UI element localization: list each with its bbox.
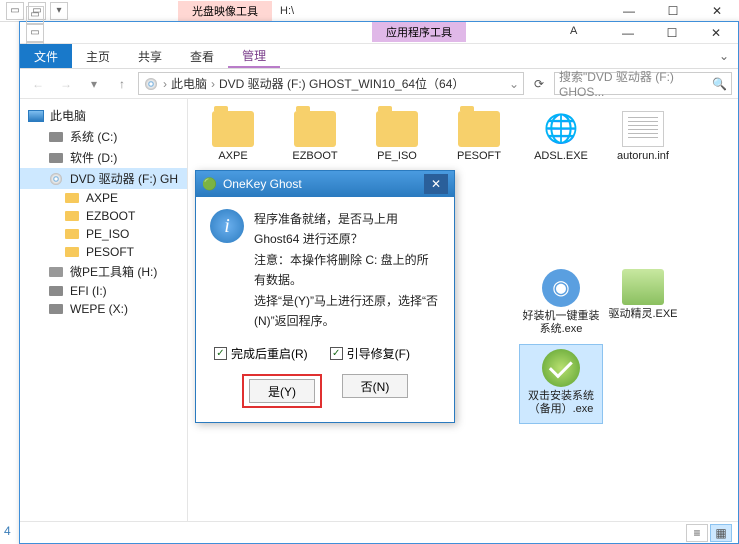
search-input[interactable]: 搜索"DVD 驱动器 (F:) GHOS... 🔍	[554, 72, 732, 95]
qat-icon[interactable]: ▭	[26, 6, 44, 24]
dialog-titlebar[interactable]: 🟢 OneKey Ghost ✕	[196, 171, 454, 197]
dialog-title: OneKey Ghost	[223, 177, 302, 191]
qat-dropdown[interactable]: ▾	[50, 2, 68, 20]
status-bar: ≡ ▦	[20, 521, 738, 543]
chevron-icon: ›	[163, 77, 167, 91]
file-item[interactable]: 🌐ADSL.EXE	[520, 107, 602, 185]
back-button[interactable]: ←	[26, 72, 50, 96]
folder-icon	[64, 227, 80, 241]
install-icon	[542, 349, 580, 387]
yes-button[interactable]: 是(Y)	[249, 379, 315, 403]
bootfix-checkbox[interactable]: ✓引导修复(F)	[330, 345, 410, 362]
context-tab-app[interactable]: 应用程序工具	[372, 22, 466, 42]
folder-icon	[376, 111, 418, 147]
ribbon: 文件 主页 共享 查看 管理 ⌄	[20, 44, 738, 69]
tree-item[interactable]: WEPE (X:)	[20, 300, 187, 318]
usb-icon	[48, 265, 64, 279]
ribbon-manage[interactable]: 管理	[228, 44, 280, 68]
reboot-checkbox[interactable]: ✓完成后重启(R)	[214, 345, 308, 362]
history-dropdown[interactable]: ▾	[82, 72, 106, 96]
tree-item[interactable]: 系统 (C:)	[20, 126, 187, 147]
drive-icon	[48, 284, 64, 298]
view-details-button[interactable]: ≡	[686, 524, 708, 542]
tree-item[interactable]: 微PE工具箱 (H:)	[20, 261, 187, 282]
ribbon-file[interactable]: 文件	[20, 44, 72, 68]
tree-item-dvd[interactable]: DVD 驱动器 (F:) GH	[20, 168, 187, 189]
dialog-line: 程序准备就绪，是否马上用 Ghost64 进行还原？	[254, 209, 440, 250]
drive-icon	[48, 151, 64, 165]
ribbon-expand-icon[interactable]: ⌄	[710, 44, 738, 68]
folder-icon	[64, 209, 80, 223]
folder-icon	[458, 111, 500, 147]
dvd-icon	[48, 172, 64, 186]
up-button[interactable]: ↑	[110, 72, 134, 96]
tree-item[interactable]: EZBOOT	[20, 207, 187, 225]
minimize-button[interactable]: —	[607, 0, 651, 22]
tree-item[interactable]: AXPE	[20, 189, 187, 207]
tree-this-pc[interactable]: 此电脑	[20, 105, 187, 126]
onekey-ghost-dialog: 🟢 OneKey Ghost ✕ i 程序准备就绪，是否马上用 Ghost64 …	[195, 170, 455, 423]
context-tab-disc[interactable]: 光盘映像工具	[178, 1, 272, 21]
ribbon-view[interactable]: 查看	[176, 44, 228, 68]
maximize-button[interactable]: ☐	[650, 22, 694, 44]
checkbox-icon: ✓	[330, 347, 343, 360]
dvd-icon	[143, 77, 159, 91]
checkbox-icon: ✓	[214, 347, 227, 360]
dialog-line: 注意：本操作将删除 C: 盘上的所有数据。	[254, 250, 440, 291]
minimize-button[interactable]: —	[606, 22, 650, 44]
driver-icon	[622, 269, 664, 305]
ribbon-home[interactable]: 主页	[72, 44, 124, 68]
search-icon: 🔍	[712, 77, 727, 91]
folder-icon	[64, 245, 80, 259]
pc-icon	[28, 109, 44, 123]
tree-item[interactable]: EFI (I:)	[20, 282, 187, 300]
back-path: H:\	[280, 5, 294, 17]
page-number: 4	[4, 524, 11, 538]
drive-icon	[48, 302, 64, 316]
file-item[interactable]: 驱动精灵.EXE	[602, 265, 684, 343]
folder-icon	[212, 111, 254, 147]
refresh-button[interactable]: ⟳	[528, 73, 550, 95]
dialog-app-icon: 🟢	[202, 177, 217, 191]
file-item-selected[interactable]: 双击安装系统（备用）.exe	[520, 345, 602, 423]
ini-icon	[622, 111, 664, 147]
chevron-icon: ›	[211, 77, 215, 91]
ribbon-share[interactable]: 共享	[124, 44, 176, 68]
drive-icon	[48, 130, 64, 144]
no-button[interactable]: 否(N)	[342, 374, 408, 398]
folder-icon	[294, 111, 336, 147]
onekey-icon: ◉	[542, 269, 580, 307]
info-icon: i	[210, 209, 244, 243]
qat-icon[interactable]: ▭	[6, 2, 24, 20]
tree-item[interactable]: PESOFT	[20, 243, 187, 261]
globe-icon: 🌐	[540, 111, 582, 147]
maximize-button[interactable]: ☐	[651, 0, 695, 22]
breadcrumb-root[interactable]: 此电脑	[171, 75, 207, 92]
dialog-close-button[interactable]: ✕	[424, 174, 448, 194]
front-path-hint: A	[570, 25, 577, 37]
chevron-down-icon[interactable]: ⌄	[509, 77, 519, 91]
file-item[interactable]: autorun.inf	[602, 107, 684, 185]
forward-button[interactable]: →	[54, 72, 78, 96]
folder-icon	[64, 191, 80, 205]
address-bar[interactable]: › 此电脑 › DVD 驱动器 (F:) GHOST_WIN10_64位（64）…	[138, 72, 524, 95]
nav-tree: 此电脑 系统 (C:) 软件 (D:) DVD 驱动器 (F:) GH AXPE…	[20, 99, 188, 521]
tree-item[interactable]: PE_ISO	[20, 225, 187, 243]
file-item[interactable]: ◉好装机一键重装系统.exe	[520, 265, 602, 343]
yes-highlight: 是(Y)	[242, 374, 322, 408]
close-button[interactable]: ✕	[695, 0, 739, 22]
tree-item[interactable]: 软件 (D:)	[20, 147, 187, 168]
search-placeholder: 搜索"DVD 驱动器 (F:) GHOS...	[559, 68, 712, 99]
breadcrumb-drive[interactable]: DVD 驱动器 (F:) GHOST_WIN10_64位（64）	[219, 75, 464, 92]
qat-icon[interactable]: ▭	[26, 24, 44, 42]
close-button[interactable]: ✕	[694, 22, 738, 44]
view-icons-button[interactable]: ▦	[710, 524, 732, 542]
dialog-line: 选择“是(Y)”马上进行还原，选择“否(N)”返回程序。	[254, 291, 440, 332]
